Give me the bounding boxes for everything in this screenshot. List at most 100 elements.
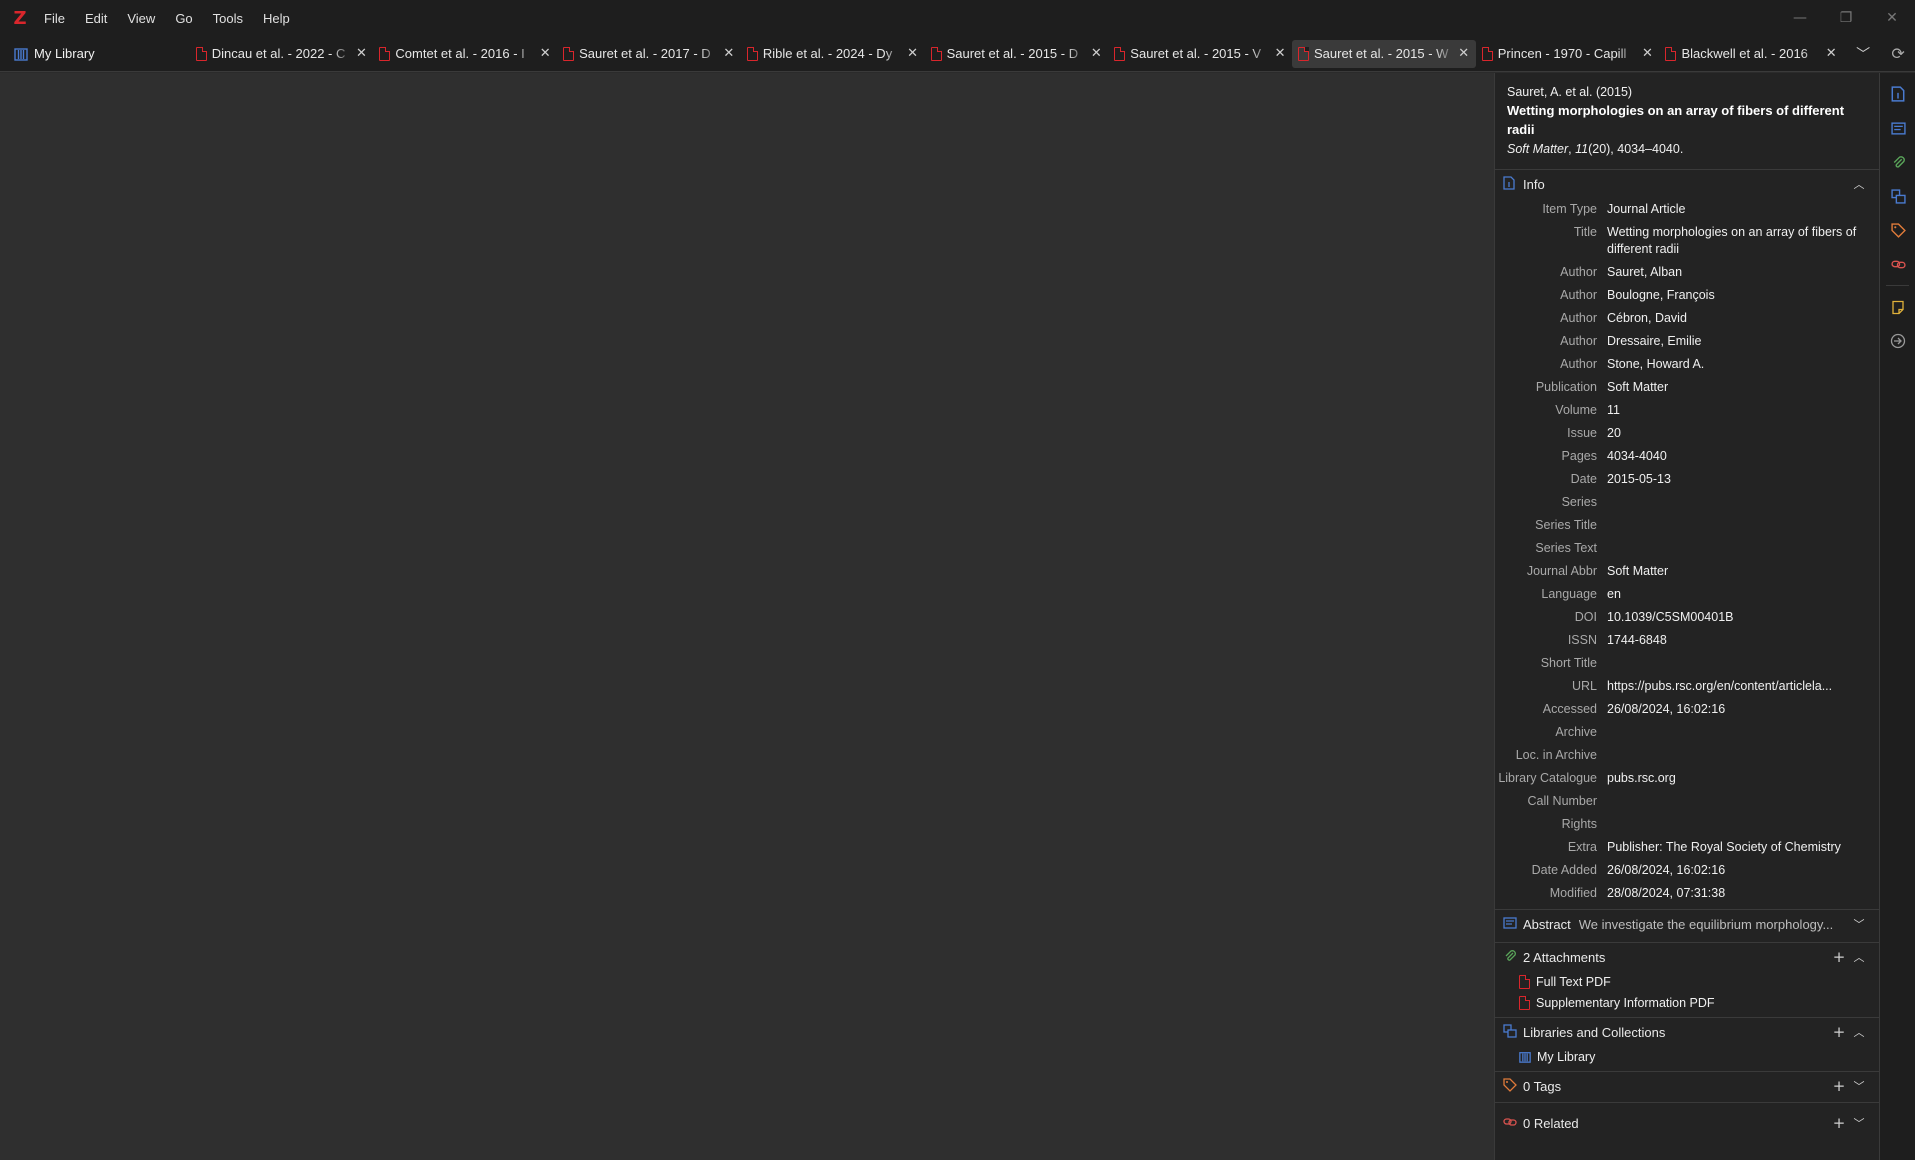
attachments-section-header[interactable]: 2 Attachments + ︿ — [1495, 943, 1879, 971]
field-value[interactable]: Journal Article — [1607, 201, 1879, 218]
tab-my-library[interactable]: My Library — [0, 36, 190, 72]
close-tab-icon[interactable]: ✕ — [905, 46, 921, 61]
tab-reader[interactable]: Sauret et al. - 2015 - D ✕ — [925, 40, 1109, 68]
close-tab-icon[interactable]: ✕ — [1639, 46, 1655, 61]
expand-chevron-icon[interactable]: ﹀ — [1849, 916, 1869, 932]
field-value[interactable]: 20 — [1607, 425, 1879, 442]
field-label: Author — [1560, 311, 1597, 325]
close-tab-icon[interactable]: ✕ — [1272, 46, 1288, 61]
field-value[interactable]: Wetting morphologies on an array of fibe… — [1607, 224, 1879, 258]
field-value[interactable]: 26/08/2024, 16:02:16 — [1607, 701, 1879, 718]
menu-tools[interactable]: Tools — [203, 0, 253, 36]
tab-title: Comtet et al. - 2016 - I — [395, 46, 525, 61]
collapse-chevron-icon[interactable]: ︿ — [1849, 949, 1869, 965]
tab-reader[interactable]: Blackwell et al. - 2016 ✕ — [1659, 40, 1843, 68]
close-tab-icon[interactable]: ✕ — [353, 46, 369, 61]
field-value[interactable]: Sauret, Alban — [1607, 264, 1879, 281]
field-value[interactable]: 11 — [1607, 402, 1879, 419]
info-field-row: Author Dressaire, Emilie — [1495, 330, 1879, 353]
notes-nav-icon[interactable] — [1880, 290, 1915, 324]
add-related-icon[interactable]: + — [1829, 1114, 1849, 1132]
menu-help[interactable]: Help — [253, 0, 300, 36]
tab-reader[interactable]: Comtet et al. - 2016 - I ✕ — [373, 40, 557, 68]
add-attachment-icon[interactable]: + — [1829, 948, 1849, 966]
field-value[interactable]: 10.1039/C5SM00401B — [1607, 609, 1879, 626]
attachment-row[interactable]: Supplementary Information PDF — [1495, 992, 1879, 1013]
collections-label: Libraries and Collections — [1523, 1024, 1666, 1040]
add-collection-icon[interactable]: + — [1829, 1023, 1849, 1041]
close-tab-icon[interactable]: ✕ — [537, 46, 553, 61]
close-tab-icon[interactable]: ✕ — [721, 46, 737, 61]
field-label: Volume — [1555, 403, 1597, 417]
info-nav-icon[interactable] — [1880, 77, 1915, 111]
field-value[interactable]: 4034-4040 — [1607, 448, 1879, 465]
collapse-chevron-icon[interactable]: ︿ — [1849, 176, 1869, 192]
collapse-chevron-icon[interactable]: ︿ — [1849, 1024, 1869, 1040]
info-field-row: Series Title — [1495, 514, 1879, 537]
tab-bar: My Library Dincau et al. - 2022 - C ✕ Co… — [0, 36, 1915, 72]
collection-title: My Library — [1537, 1049, 1596, 1064]
reader-view[interactable] — [0, 73, 1494, 1160]
related-section-header[interactable]: 0 Related + ﹀ — [1495, 1109, 1879, 1137]
locate-nav-icon[interactable] — [1880, 324, 1915, 358]
field-value[interactable]: https://pubs.rsc.org/en/content/articlel… — [1607, 678, 1879, 695]
field-value[interactable]: Cébron, David — [1607, 310, 1879, 327]
add-tag-icon[interactable]: + — [1829, 1077, 1849, 1095]
field-value[interactable]: 2015-05-13 — [1607, 471, 1879, 488]
field-value[interactable]: 28/08/2024, 07:31:38 — [1607, 885, 1879, 902]
tab-reader[interactable]: Dincau et al. - 2022 - C ✕ — [190, 40, 374, 68]
tags-section-header[interactable]: 0 Tags + ﹀ — [1495, 1072, 1879, 1100]
field-value[interactable]: Boulogne, François — [1607, 287, 1879, 304]
field-value[interactable]: Dressaire, Emilie — [1607, 333, 1879, 350]
restore-button[interactable]: ❐ — [1823, 0, 1869, 36]
field-value[interactable]: Soft Matter — [1607, 563, 1879, 580]
journal-name: Soft Matter — [1507, 142, 1569, 156]
menu-file[interactable]: File — [34, 0, 75, 36]
field-value[interactable]: Publisher: The Royal Society of Chemistr… — [1607, 839, 1879, 856]
pdf-icon — [1298, 46, 1310, 61]
zotero-logo[interactable]: Z — [6, 8, 34, 29]
tags-label: 0 Tags — [1523, 1078, 1562, 1094]
collections-nav-icon[interactable] — [1880, 179, 1915, 213]
attachment-row[interactable]: Full Text PDF — [1495, 971, 1879, 992]
field-value[interactable]: en — [1607, 586, 1879, 603]
tab-reader[interactable]: Rible et al. - 2024 - Dy ✕ — [741, 40, 925, 68]
tab-reader[interactable]: Sauret et al. - 2017 - D ✕ — [557, 40, 741, 68]
tab-reader[interactable]: Sauret et al. - 2015 - V ✕ — [1108, 40, 1292, 68]
close-tab-icon[interactable]: ✕ — [1088, 46, 1104, 61]
tab-overflow-chevron-icon[interactable]: ﹀ — [1845, 36, 1881, 72]
collection-row[interactable]: My Library — [1495, 1046, 1879, 1067]
field-label: Author — [1560, 265, 1597, 279]
abstract-section-header[interactable]: Abstract We investigate the equilibrium … — [1495, 910, 1879, 938]
field-value[interactable]: Stone, Howard A. — [1607, 356, 1879, 373]
info-section: Info ︿ Item Type Journal Article Title Wett… — [1495, 170, 1879, 910]
menu-view[interactable]: View — [117, 0, 165, 36]
field-value[interactable]: Soft Matter — [1607, 379, 1879, 396]
field-value[interactable]: 26/08/2024, 16:02:16 — [1607, 862, 1879, 879]
tag-icon — [1503, 1077, 1521, 1095]
attachments-nav-icon[interactable] — [1880, 145, 1915, 179]
info-field-row: Archive — [1495, 721, 1879, 744]
close-tab-icon[interactable]: ✕ — [1456, 46, 1472, 61]
field-value[interactable]: pubs.rsc.org — [1607, 770, 1879, 787]
abstract-nav-icon[interactable] — [1880, 111, 1915, 145]
close-window-button[interactable]: ✕ — [1869, 0, 1915, 36]
tab-reader-selected[interactable]: Sauret et al. - 2015 - W ✕ — [1292, 39, 1476, 68]
field-value[interactable]: 1744-6848 — [1607, 632, 1879, 649]
pdf-icon — [195, 46, 207, 61]
info-section-header[interactable]: Info ︿ — [1495, 170, 1879, 198]
tab-title: Princen - 1970 - Capill — [1497, 46, 1627, 61]
item-journal-line: Soft Matter, 11(20), 4034–4040. — [1507, 139, 1867, 159]
menu-go[interactable]: Go — [165, 0, 202, 36]
tags-nav-icon[interactable] — [1880, 213, 1915, 247]
close-tab-icon[interactable]: ✕ — [1823, 46, 1839, 61]
menu-edit[interactable]: Edit — [75, 0, 117, 36]
expand-chevron-icon[interactable]: ﹀ — [1849, 1078, 1869, 1094]
tab-reader[interactable]: Princen - 1970 - Capill ✕ — [1476, 40, 1660, 68]
sync-icon[interactable]: ⟳ — [1881, 36, 1915, 72]
minimize-button[interactable]: — — [1777, 0, 1823, 36]
expand-chevron-icon[interactable]: ﹀ — [1849, 1115, 1869, 1131]
related-nav-icon[interactable] — [1880, 247, 1915, 281]
pdf-icon — [930, 46, 942, 61]
collections-section-header[interactable]: Libraries and Collections + ︿ — [1495, 1018, 1879, 1046]
